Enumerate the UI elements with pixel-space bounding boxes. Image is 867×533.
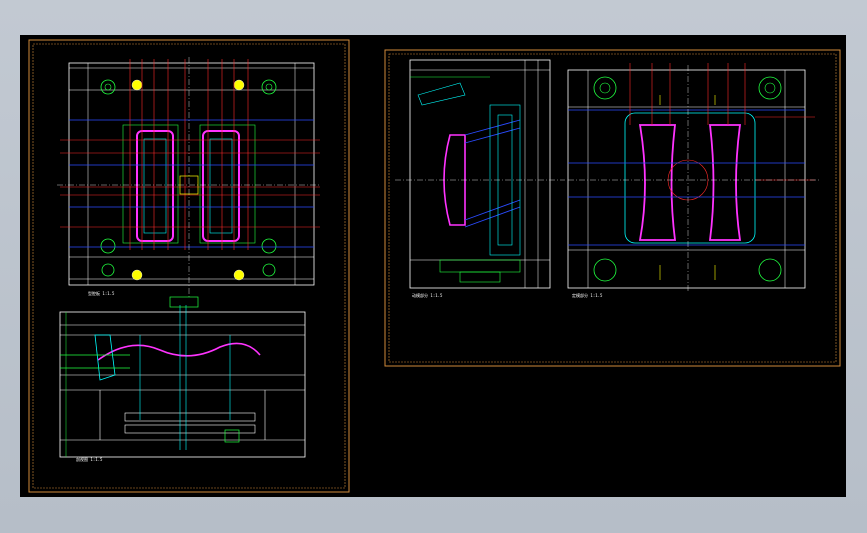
section-ejector-pins: [139, 305, 231, 450]
cooling-channels: [69, 119, 314, 248]
guide-bush-hole: [764, 82, 776, 94]
cad-drawing-canvas[interactable]: 型腔板 1:1.5 剖视图 1:1.5 动模部分 1:1.5 定模部分 1:1.…: [20, 35, 846, 497]
return-pin-marker: [131, 79, 143, 91]
molded-part-profile: [97, 342, 261, 361]
section-view-title: 剖视图 1:1.5: [76, 456, 103, 462]
core-part-right: [708, 124, 742, 241]
core-red-lines: [629, 63, 815, 181]
mold-insert-left: [122, 124, 179, 244]
plan-view-title: 型腔板 1:1.5: [88, 290, 115, 296]
ejector-pin-lines: [60, 59, 320, 250]
guide-bush-hole: [593, 258, 617, 282]
guide-pin-hole: [100, 238, 116, 254]
plan-view-outline: [68, 62, 315, 286]
cavity-part-left: [136, 130, 174, 242]
guide-pin-hole: [100, 79, 116, 95]
guide-bush-hole: [758, 258, 782, 282]
right-sheet-frame-inner: [388, 53, 837, 363]
core-part-left: [638, 124, 677, 241]
guide-pin-hole: [261, 79, 277, 95]
guide-pin-hole: [265, 83, 273, 91]
section-cooling: [60, 296, 240, 443]
ejector-plate: [124, 412, 256, 422]
guide-bush-hole: [758, 76, 782, 100]
guide-bush-hole: [593, 76, 617, 100]
section-view[interactable]: 剖视图 1:1.5: [59, 296, 306, 462]
core-cooling: [568, 109, 805, 246]
core-view[interactable]: 定模部分 1:1.5: [567, 63, 820, 298]
guide-pin-hole: [101, 263, 115, 277]
front-cyan-parts: [417, 82, 521, 256]
section-view-outline: [59, 311, 306, 458]
slider-core: [94, 334, 116, 381]
core-view-outline: [567, 69, 806, 289]
return-pin-marker: [131, 269, 143, 281]
guide-pin-hole: [262, 263, 276, 277]
cavity-part-right: [202, 130, 240, 242]
right-sheet-frame-outer: [384, 49, 841, 367]
front-view-outline: [409, 59, 551, 289]
return-pin-marker: [233, 269, 245, 281]
return-pin-marker: [233, 79, 245, 91]
guide-bush-hole: [599, 82, 611, 94]
core-view-title: 定模部分 1:1.5: [572, 292, 603, 298]
guide-pin-hole: [104, 83, 112, 91]
cad-drawing-viewport[interactable]: 型腔板 1:1.5 剖视图 1:1.5 动模部分 1:1.5 定模部分 1:1.…: [20, 35, 846, 497]
front-view[interactable]: 动模部分 1:1.5: [395, 59, 565, 298]
guide-pin-hole: [261, 238, 277, 254]
right-sheet: [384, 49, 841, 367]
front-view-title: 动模部分 1:1.5: [412, 292, 443, 298]
plan-view[interactable]: 型腔板 1:1.5: [57, 57, 320, 297]
ejector-plate: [124, 424, 256, 434]
